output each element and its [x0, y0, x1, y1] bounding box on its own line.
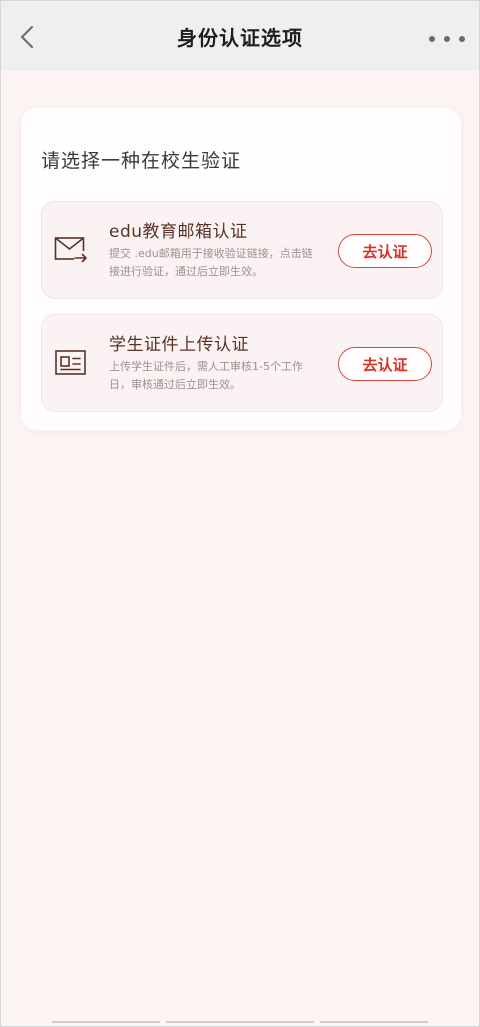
back-button[interactable]	[11, 21, 43, 53]
chevron-left-icon	[21, 26, 33, 48]
navigation-bar: 身份认证选项	[1, 1, 479, 71]
edu-email-verify-button[interactable]: 去认证	[338, 234, 432, 268]
app-screen: 身份认证选项 请选择一种在校生验证 edu教育邮箱认证 提交 .edu邮箱用于接…	[0, 0, 480, 1027]
mail-send-icon	[54, 237, 88, 263]
option-title: edu教育邮箱认证	[109, 222, 248, 242]
option-description: 提交 .edu邮箱用于接收验证链接，点击链接进行验证，通过后立即生效。	[109, 247, 313, 278]
panel-title: 请选择一种在校生验证	[41, 150, 242, 172]
more-button[interactable]	[429, 27, 465, 51]
home-indicator	[1, 1021, 479, 1024]
edu-email-option-card[interactable]: edu教育邮箱认证 提交 .edu邮箱用于接收验证链接，点击链接进行验证，通过后…	[41, 201, 443, 299]
more-dots-icon	[429, 36, 435, 42]
option-title: 学生证件上传认证	[109, 335, 249, 355]
student-id-verify-button[interactable]: 去认证	[338, 347, 432, 381]
student-id-option-card[interactable]: 学生证件上传认证 上传学生证件后，需人工审核1-5个工作日，审核通过后立即生效。…	[41, 314, 443, 412]
option-description: 上传学生证件后，需人工审核1-5个工作日，审核通过后立即生效。	[109, 360, 303, 391]
verification-panel: 请选择一种在校生验证 edu教育邮箱认证 提交 .edu邮箱用于接收验证链接，点…	[21, 108, 461, 430]
id-card-icon	[55, 350, 86, 375]
page-title: 身份认证选项	[177, 25, 303, 50]
